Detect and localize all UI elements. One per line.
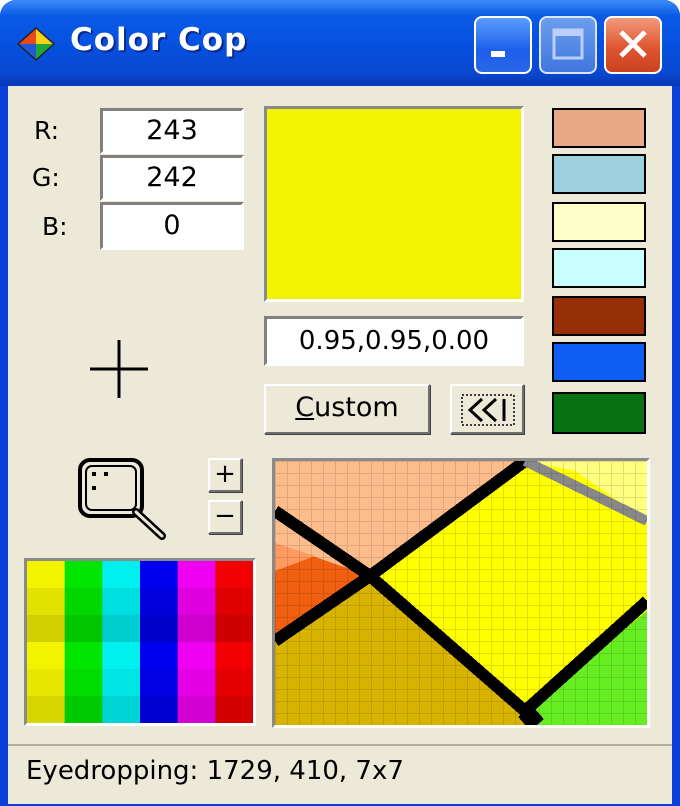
palette-cell[interactable] (140, 642, 179, 670)
red-label: R: (34, 116, 60, 145)
palette-cell[interactable] (140, 588, 179, 616)
palette-cell[interactable] (27, 615, 66, 643)
status-bar: Eyedropping: 1729, 410, 7x7 (8, 744, 672, 804)
minimize-icon (491, 51, 505, 57)
palette-cell[interactable] (27, 696, 66, 723)
palette-cell[interactable] (27, 669, 66, 697)
magnifier-icon[interactable] (70, 452, 174, 544)
palette-cell[interactable] (27, 588, 66, 616)
palette-cell[interactable] (102, 669, 141, 697)
palette-cell[interactable] (215, 642, 253, 670)
magnified-image (275, 461, 647, 725)
palette-cell[interactable] (177, 642, 216, 670)
custom-mnemonic: C (295, 392, 315, 423)
palette-cell[interactable] (215, 588, 253, 616)
palette-cell[interactable] (64, 615, 103, 643)
green-label: G: (32, 163, 60, 192)
custom-button[interactable]: Custom (264, 384, 430, 434)
palette-cell[interactable] (27, 561, 66, 589)
palette-cell[interactable] (102, 696, 141, 723)
palette-cell[interactable] (102, 615, 141, 643)
palette-cell[interactable] (27, 642, 66, 670)
client-area: R: 243 G: 242 B: 0 0.95,0.95,0.00 Custom (8, 86, 672, 802)
palette-cell[interactable] (102, 642, 141, 670)
palette-cell[interactable] (64, 561, 103, 589)
palette-cell[interactable] (215, 696, 253, 723)
palette-cell[interactable] (140, 561, 179, 589)
palette-cell[interactable] (177, 669, 216, 697)
palette-cell[interactable] (102, 588, 141, 616)
close-button[interactable] (604, 16, 662, 74)
red-value-field[interactable]: 243 (100, 108, 244, 154)
color-cop-window: Color Cop R: 243 G: 242 B: 0 0.95,0.95,0… (0, 0, 680, 806)
palette-cell[interactable] (64, 696, 103, 723)
palette-cell[interactable] (215, 561, 253, 589)
palette-cell[interactable] (140, 615, 179, 643)
palette-cell[interactable] (177, 615, 216, 643)
history-swatch-4[interactable] (552, 248, 646, 288)
green-value-field[interactable]: 242 (100, 155, 244, 201)
palette-cell[interactable] (64, 588, 103, 616)
custom-button-label: ustom (314, 392, 399, 423)
zoom-in-button[interactable]: + (208, 458, 242, 492)
palette-cell[interactable] (177, 696, 216, 723)
title-bar[interactable]: Color Cop (0, 0, 680, 86)
palette-cell[interactable] (140, 696, 179, 723)
crosshair-eyedropper-icon[interactable] (86, 336, 152, 402)
history-swatch-7[interactable] (552, 392, 646, 434)
maximize-button[interactable] (539, 16, 597, 74)
minimize-button[interactable] (474, 16, 532, 74)
history-swatch-1[interactable] (552, 108, 646, 148)
palette-cell[interactable] (215, 669, 253, 697)
history-swatch-5[interactable] (552, 296, 646, 336)
current-color-preview (264, 106, 524, 302)
palette-cell[interactable] (177, 588, 216, 616)
magnified-view[interactable] (272, 458, 650, 728)
color-palette-grid[interactable] (27, 561, 253, 723)
zoom-out-button[interactable]: − (208, 500, 242, 534)
palette-cell[interactable] (64, 642, 103, 670)
history-swatch-3[interactable] (552, 202, 646, 242)
color-palette[interactable] (24, 558, 256, 726)
blue-label: B: (42, 212, 68, 241)
palette-cell[interactable] (177, 561, 216, 589)
window-title: Color Cop (70, 22, 248, 58)
double-chevron-left-icon (461, 394, 515, 426)
expand-history-button[interactable] (450, 384, 524, 434)
maximize-icon (552, 28, 584, 60)
history-swatch-6[interactable] (552, 342, 646, 382)
history-swatch-2[interactable] (552, 154, 646, 194)
palette-cell[interactable] (140, 669, 179, 697)
close-icon (619, 30, 647, 58)
palette-cell[interactable] (64, 669, 103, 697)
status-text: Eyedropping: 1729, 410, 7x7 (26, 756, 404, 786)
app-prism-icon (16, 26, 56, 62)
palette-cell[interactable] (215, 615, 253, 643)
decimal-value-field[interactable]: 0.95,0.95,0.00 (264, 316, 524, 366)
blue-value-field[interactable]: 0 (100, 202, 244, 250)
palette-cell[interactable] (102, 561, 141, 589)
